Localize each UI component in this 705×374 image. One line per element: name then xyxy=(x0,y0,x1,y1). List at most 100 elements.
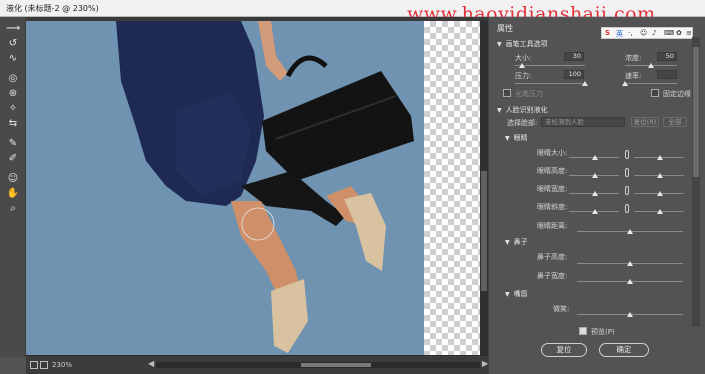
smooth-tool-icon[interactable]: ∿ xyxy=(6,53,20,65)
properties-panel: 属性 S 英 ·, ☺ ♪ ⌨ ✿ ≡ ▼ 画笔工具选项 大小: 30 浓度: 5… xyxy=(488,17,705,374)
hand-tool-icon[interactable]: ✋ xyxy=(6,188,20,200)
nose-label: 鼻子 xyxy=(513,238,528,246)
size-slider[interactable] xyxy=(515,65,585,66)
ok-button[interactable]: 确定 xyxy=(599,343,649,357)
title-bar: 液化 (未标题-2 @ 230%) www.haoyidianshaji.com xyxy=(0,0,705,25)
ime-keyboard-icon[interactable]: ⌨ xyxy=(664,29,674,37)
reset-button[interactable]: 复位 xyxy=(541,343,587,357)
eye-distance-label: 眼睛距离: xyxy=(537,222,568,230)
image-canvas[interactable] xyxy=(26,17,488,357)
zoom-out-icon[interactable] xyxy=(30,361,38,369)
push-left-tool-icon[interactable]: ⇆ xyxy=(6,118,20,130)
eye-distance-handle[interactable] xyxy=(627,229,633,234)
black-handbag xyxy=(262,71,414,181)
scroll-left-icon[interactable]: ◀ xyxy=(148,359,154,368)
nose-height-label: 鼻子高度: xyxy=(537,253,568,261)
eye-tilt-left-handle[interactable] xyxy=(592,209,598,214)
link-icon[interactable] xyxy=(625,168,629,177)
rate-label: 速率: xyxy=(625,72,642,80)
select-face-dropdown[interactable]: 未检测到人脸 xyxy=(541,117,625,127)
stylus-pressure-checkbox[interactable] xyxy=(503,89,511,97)
zoom-tool-icon[interactable]: ⌕ xyxy=(6,203,20,215)
brush-options-label: 画笔工具选项 xyxy=(505,40,548,48)
eye-width-label: 眼睛宽度: xyxy=(537,185,568,193)
pucker-tool-icon[interactable]: ⊛ xyxy=(6,88,20,100)
zoom-level[interactable]: 230% xyxy=(52,361,72,369)
face-aware-label: 人脸识别液化 xyxy=(505,106,548,114)
stylus-pressure-label: 光笔压力 xyxy=(515,90,543,98)
face-tool-icon[interactable]: ☺ xyxy=(6,173,20,185)
eye-size-right-handle[interactable] xyxy=(657,155,663,160)
canvas-horizontal-scrollbar[interactable] xyxy=(156,362,480,368)
link-icon[interactable] xyxy=(625,150,629,159)
eye-height-left-handle[interactable] xyxy=(592,173,598,178)
right-shoe xyxy=(344,193,386,271)
density-input[interactable]: 50 xyxy=(657,52,677,61)
eye-tilt-right-handle[interactable] xyxy=(657,209,663,214)
status-bar: 230% ◀ ▶ xyxy=(26,355,488,374)
eye-size-label: 眼睛大小: xyxy=(537,149,568,157)
nose-header[interactable]: ▼ 鼻子 xyxy=(505,237,528,247)
window-title: 液化 (未标题-2 @ 230%) xyxy=(6,4,99,13)
face-aware-header[interactable]: ▼ 人脸识别液化 xyxy=(497,105,548,115)
link-icon[interactable] xyxy=(625,204,629,213)
ime-toolbar[interactable]: S 英 ·, ☺ ♪ ⌨ ✿ ≡ xyxy=(601,27,693,39)
rate-input[interactable] xyxy=(657,70,677,79)
ime-emoji-icon[interactable]: ☺ xyxy=(640,29,647,37)
pin-edges-checkbox[interactable] xyxy=(651,89,659,97)
mouth-label: 嘴唇 xyxy=(513,290,528,298)
pressure-slider-handle[interactable] xyxy=(582,81,588,86)
size-label: 大小: xyxy=(515,54,532,62)
density-slider-handle[interactable] xyxy=(648,63,654,68)
forward-warp-tool-icon[interactable]: ⟿ xyxy=(6,23,20,35)
pressure-slider[interactable] xyxy=(515,83,585,84)
panel-scrollbar[interactable] xyxy=(692,37,700,327)
ime-menu-icon[interactable]: ≡ xyxy=(686,29,692,37)
reconstruct-tool-icon[interactable]: ↺ xyxy=(6,38,20,50)
transparent-area xyxy=(424,21,480,357)
size-input[interactable]: 30 xyxy=(564,52,584,61)
eye-size-left-handle[interactable] xyxy=(592,155,598,160)
nose-width-label: 鼻子宽度: xyxy=(537,272,568,280)
face-all-button[interactable]: 全部 xyxy=(663,117,687,127)
ime-punct-icon[interactable]: ·, xyxy=(628,29,632,37)
zoom-in-icon[interactable] xyxy=(40,361,48,369)
eyes-header[interactable]: ▼ 眼睛 xyxy=(505,133,528,143)
nose-width-handle[interactable] xyxy=(627,279,633,284)
brush-options-header[interactable]: ▼ 画笔工具选项 xyxy=(497,39,548,49)
eye-tilt-label: 眼睛斜度: xyxy=(537,203,568,211)
rate-slider-handle[interactable] xyxy=(622,81,628,86)
density-label: 浓度: xyxy=(625,54,642,62)
tool-bar: ⟿ ↺ ∿ ◎ ⊛ ✧ ⇆ ✎ ✐ ☺ ✋ ⌕ xyxy=(0,17,26,357)
preview-label: 预览(P) xyxy=(591,328,615,336)
preview-checkbox[interactable] xyxy=(579,327,587,335)
eye-width-right-handle[interactable] xyxy=(657,191,663,196)
nose-height-handle[interactable] xyxy=(627,261,633,266)
eyes-label: 眼睛 xyxy=(513,134,528,142)
jumping-person-photo xyxy=(116,21,414,353)
ime-skin-icon[interactable]: ✿ xyxy=(676,29,682,37)
left-shoe xyxy=(271,279,308,353)
thaw-mask-tool-icon[interactable]: ✐ xyxy=(6,153,20,165)
twirl-tool-icon[interactable]: ◎ xyxy=(6,73,20,85)
caret-down-icon: ▼ xyxy=(505,239,510,246)
caret-down-icon: ▼ xyxy=(505,135,510,142)
ime-language[interactable]: 英 xyxy=(616,29,623,39)
size-slider-handle[interactable] xyxy=(519,63,525,68)
ime-logo-icon: S xyxy=(605,29,611,37)
smile-handle[interactable] xyxy=(627,312,633,317)
eye-height-label: 眼睛高度: xyxy=(537,167,568,175)
ime-mic-icon[interactable]: ♪ xyxy=(652,29,656,37)
canvas-vertical-scrollbar[interactable] xyxy=(480,21,488,357)
eye-width-left-handle[interactable] xyxy=(592,191,598,196)
freeze-mask-tool-icon[interactable]: ✎ xyxy=(6,138,20,150)
rate-slider[interactable] xyxy=(625,83,677,84)
eye-height-right-handle[interactable] xyxy=(657,173,663,178)
caret-down-icon: ▼ xyxy=(497,107,502,114)
mouth-header[interactable]: ▼ 嘴唇 xyxy=(505,289,528,299)
face-reset-button[interactable]: 复位(R) xyxy=(631,117,659,127)
link-icon[interactable] xyxy=(625,186,629,195)
liquify-dialog: 液化 (未标题-2 @ 230%) www.haoyidianshaji.com… xyxy=(0,0,705,374)
pressure-input[interactable]: 100 xyxy=(564,70,584,79)
bloat-tool-icon[interactable]: ✧ xyxy=(6,103,20,115)
